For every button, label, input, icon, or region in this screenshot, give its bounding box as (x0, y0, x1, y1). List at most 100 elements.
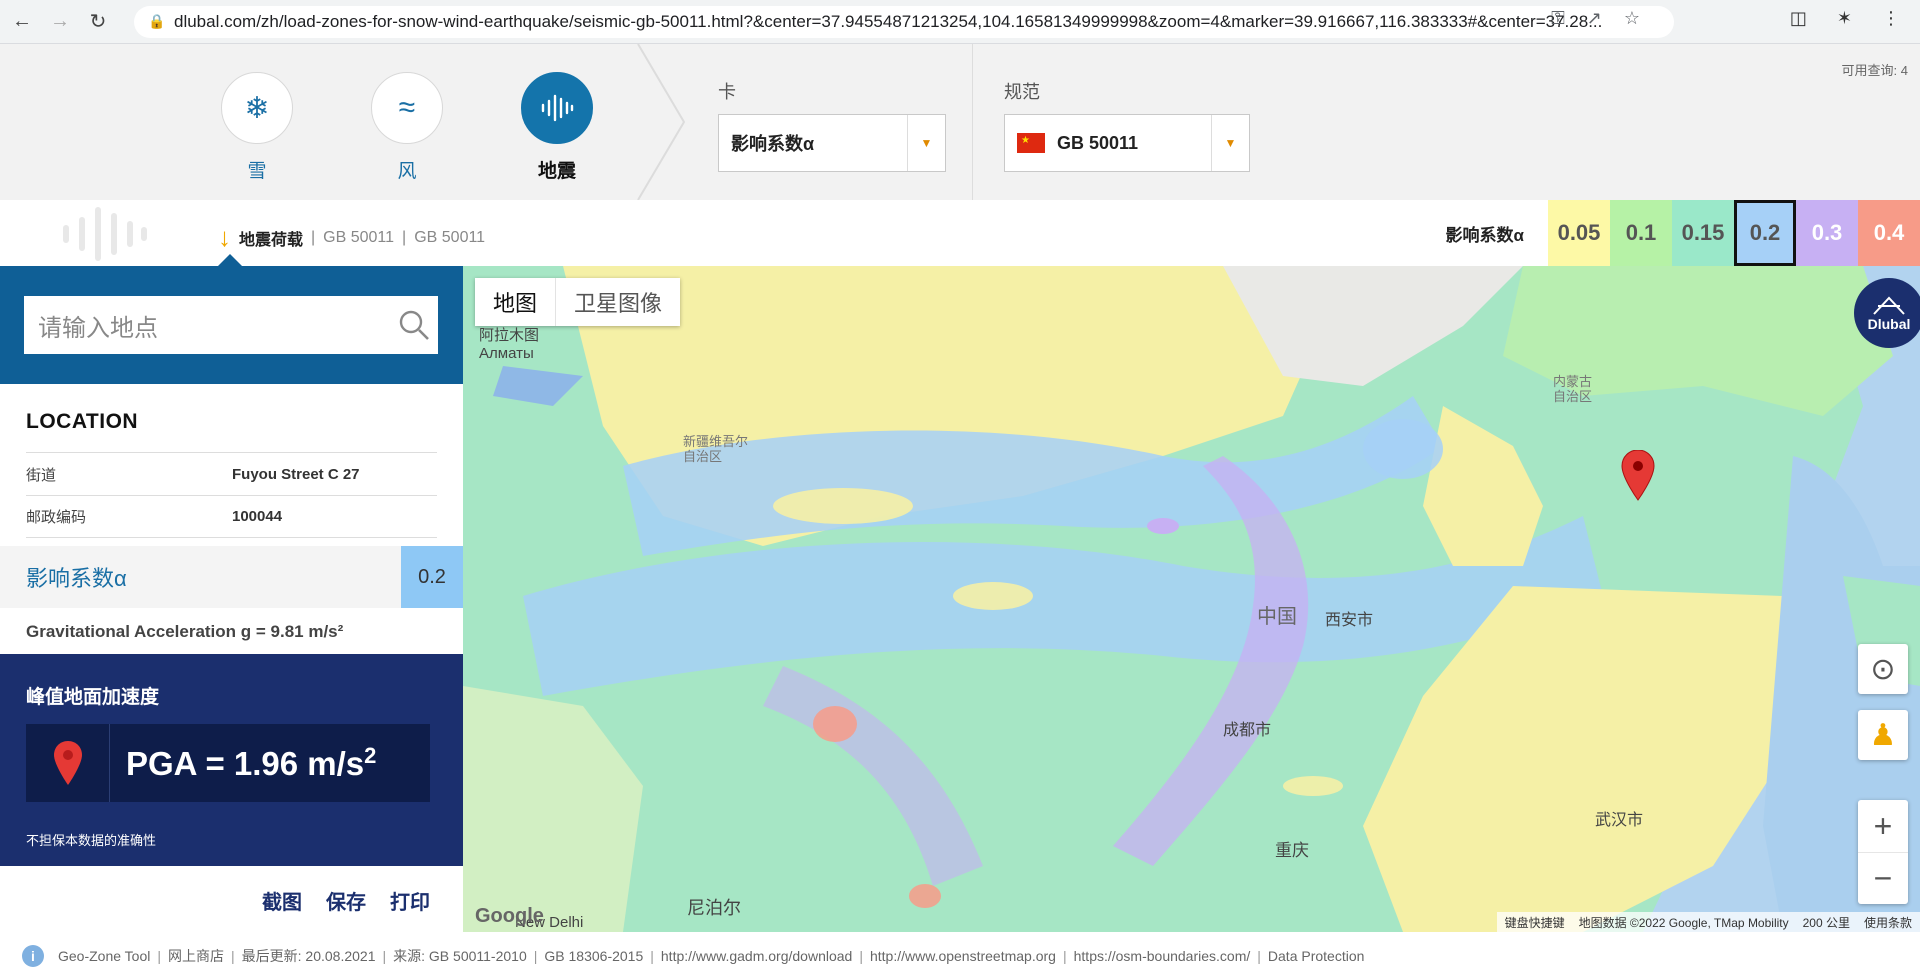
share-icon[interactable]: ↗ (1587, 8, 1602, 29)
seismic-label: 地震 (537, 161, 576, 182)
factor-row: 影响系数α 0.2 (0, 546, 463, 608)
map-label-china: 中国 (1257, 606, 1297, 628)
scale-bar[interactable]: 200 公里 (1803, 914, 1850, 931)
snowflake-icon: ❄ (221, 72, 293, 144)
keyboard-shortcuts-link[interactable]: 键盘快捷键 (1505, 914, 1565, 931)
street-value: Fuyou Street C 27 (232, 465, 360, 483)
legend-swatch-selected: 0.2 (1734, 200, 1796, 266)
available-queries: 可用查询: 4 (1841, 63, 1908, 78)
seismic-zone-map (463, 266, 1920, 932)
legend-title: 影响系数α (1445, 225, 1524, 245)
map-label-neimenggu: 内蒙古 自治区 (1553, 374, 1593, 404)
info-icon[interactable]: i (22, 945, 44, 967)
footer-item[interactable]: Geo-Zone Tool (58, 948, 150, 964)
snow-load-button[interactable]: ❄ 雪 (220, 72, 294, 183)
wind-load-button[interactable]: ≈ 风 (370, 72, 444, 183)
my-location-icon[interactable]: ⊙ (1858, 644, 1908, 694)
search-icon[interactable] (398, 309, 430, 341)
map-attribution: 键盘快捷键 地图数据 ©2022 Google, TMap Mobility 2… (1496, 912, 1920, 932)
postcode-row: 邮政编码 100044 (26, 495, 437, 538)
zoom-out-button[interactable]: − (1858, 852, 1908, 904)
pga-value: PGA = 1.96 m/s2 (126, 743, 377, 782)
url-text: dlubal.com/zh/load-zones-for-snow-wind-e… (174, 12, 1603, 31)
seismic-icon (521, 72, 593, 144)
footer-item: 最后更新: 20.08.2021 (241, 948, 376, 964)
postcode-value: 100044 (232, 508, 283, 525)
legend-swatch: 0.1 (1610, 200, 1672, 266)
map-select[interactable]: 影响系数α ▼ (718, 114, 946, 172)
screenshot-button[interactable]: 截图 (262, 886, 302, 915)
street-label: 街道 (26, 466, 57, 484)
extension-icon[interactable]: ✶ (1837, 8, 1852, 29)
actions: 截图 保存 打印 (262, 886, 430, 915)
terms-link[interactable]: 使用条款 (1864, 914, 1912, 931)
map-label-chengdu: 成都市 (1223, 722, 1272, 739)
browser-toolbar: ← → ↻ 🔒 dlubal.com/zh/load-zones-for-sno… (0, 0, 1920, 44)
menu-dots-icon[interactable]: ⋮ (1882, 8, 1900, 29)
map-type-toggle: 地图 卫星图像 (475, 278, 681, 326)
footer-link[interactable]: http://www.gadm.org/download (661, 948, 852, 964)
map-type-map-button[interactable]: 地图 (475, 278, 555, 326)
standard-select-value: GB 50011 (1057, 132, 1139, 153)
postcode-label: 邮政编码 (26, 509, 87, 526)
map-area[interactable]: 地图 卫星图像 Dlubal 阿拉木图 Алматы 新疆维吾尔 自治区 内蒙古 … (463, 266, 1920, 932)
location-marker-icon[interactable] (1621, 450, 1655, 502)
dlubal-logo[interactable]: Dlubal (1854, 278, 1920, 348)
map-label-xinjiang: 新疆维吾尔 自治区 (683, 434, 749, 464)
breadcrumb-item: GB 50011 (323, 228, 395, 246)
chevron-down-icon: ▼ (1211, 115, 1249, 171)
breadcrumb-item: GB 50011 (414, 228, 486, 246)
info-bar: ↓ 地震荷载 | GB 50011 | GB 50011 影响系数α 0.05 … (0, 200, 1920, 266)
legend-swatch: 0.4 (1858, 200, 1920, 266)
bookmark-star-icon[interactable]: ☆ (1624, 8, 1640, 29)
load-type-nav: ❄ 雪 ≈ 风 地震 卡 影响系数α ▼ 规范 ★ GB 50011 ▼ 可用查… (0, 44, 1920, 200)
google-logo: Google (475, 905, 544, 927)
footer-link[interactable]: http://www.openstreetmap.org (870, 948, 1056, 964)
address-bar[interactable]: 🔒 dlubal.com/zh/load-zones-for-snow-wind… (134, 6, 1674, 38)
footer-item: GB 18306-2015 (544, 948, 644, 964)
key-icon[interactable]: ⚿ (1551, 8, 1565, 29)
nav-chevron (637, 44, 686, 200)
snow-label: 雪 (247, 161, 267, 182)
footer-link[interactable]: https://osm-boundaries.com/ (1074, 948, 1251, 964)
standard-select[interactable]: ★ GB 50011 ▼ (1004, 114, 1250, 172)
save-button[interactable]: 保存 (326, 886, 366, 915)
arrow-down-icon: ↓ (218, 222, 231, 252)
map-label-xian: 西安市 (1325, 612, 1374, 629)
reload-icon[interactable]: ↻ (82, 6, 114, 38)
dlubal-logo-text: Dlubal (1867, 316, 1911, 332)
lock-icon: 🔒 (148, 13, 166, 29)
disclaimer: 不担保本数据的准确性 (26, 833, 157, 848)
map-data-credit: 地图数据 ©2022 Google, TMap Mobility (1578, 915, 1789, 930)
seismic-load-button[interactable]: 地震 (520, 72, 594, 183)
pga-panel: 峰值地面加速度 PGA = 1.96 m/s2 不担保本数据的准确性 (0, 654, 463, 866)
wind-label: 风 (397, 161, 417, 182)
zoom-in-button[interactable]: + (1858, 800, 1908, 852)
standard-field-label: 规范 (1004, 82, 1040, 102)
legend-swatch: 0.15 (1672, 200, 1734, 266)
print-button[interactable]: 打印 (390, 886, 430, 915)
search-placeholder: 请输入地点 (38, 314, 158, 342)
chevron-down-icon: ▼ (907, 115, 945, 171)
wind-icon: ≈ (371, 72, 443, 144)
footer-link[interactable]: Data Protection (1268, 948, 1365, 964)
map-label-chongqing: 重庆 (1275, 841, 1309, 860)
map-label-wuhan: 武汉市 (1595, 812, 1644, 829)
legend-swatch: 0.05 (1548, 200, 1610, 266)
legend-swatch: 0.3 (1796, 200, 1858, 266)
forward-icon[interactable]: → (44, 6, 76, 38)
gravity-text: Gravitational Acceleration g = 9.81 m/s² (26, 622, 344, 641)
divider (972, 44, 973, 200)
sidepanel-icon[interactable]: ◫ (1790, 8, 1807, 29)
footer: i Geo-Zone Tool | 网上商店 | 最后更新: 20.08.2021 |… (0, 932, 1920, 980)
legend: 影响系数α 0.05 0.1 0.15 0.2 0.3 0.4 (1446, 200, 1920, 266)
footer-item[interactable]: 网上商店 (168, 946, 224, 966)
map-field-label: 卡 (718, 82, 736, 102)
bridge-icon (1873, 296, 1905, 315)
sidebar: 请输入地点 LOCATION 街道 Fuyou Street C 27 邮政编码… (0, 254, 463, 932)
back-icon[interactable]: ← (6, 6, 38, 38)
pegman-icon[interactable]: ♟ (1858, 710, 1908, 760)
search-input[interactable]: 请输入地点 (24, 296, 438, 354)
breadcrumb: ↓ 地震荷载 | GB 50011 | GB 50011 (218, 222, 486, 252)
map-type-satellite-button[interactable]: 卫星图像 (555, 278, 680, 326)
